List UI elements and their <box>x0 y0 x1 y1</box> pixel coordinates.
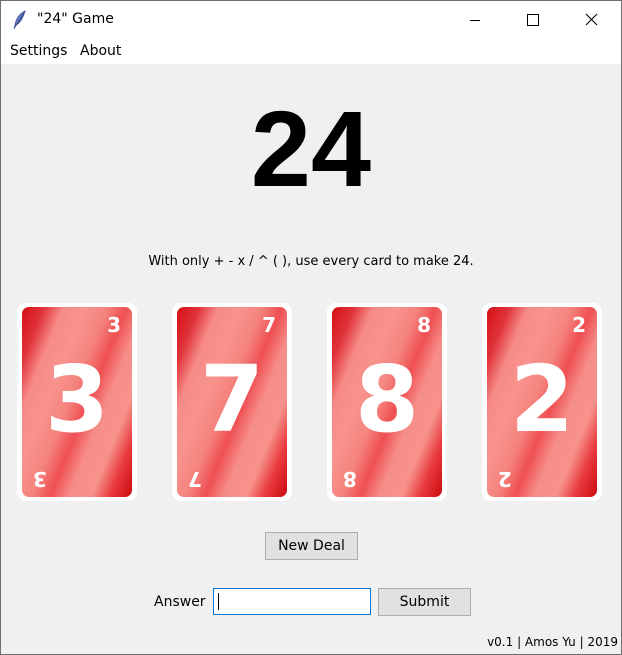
close-icon <box>585 13 598 26</box>
minimize-button[interactable] <box>446 1 504 39</box>
card-value: 8 <box>354 346 419 453</box>
new-deal-button[interactable]: New Deal <box>265 532 358 560</box>
card-corner-top: 7 <box>262 313 276 337</box>
submit-button[interactable]: Submit <box>378 588 471 616</box>
answer-input[interactable] <box>213 588 371 615</box>
minimize-icon <box>470 20 480 21</box>
card-3[interactable]: 8 8 8 <box>327 303 447 501</box>
menu-about[interactable]: About <box>80 43 121 59</box>
card-2[interactable]: 7 7 7 <box>172 303 292 501</box>
card-value: 2 <box>509 346 574 453</box>
instructions-text: With only + - x / ^ ( ), use every card … <box>148 254 474 269</box>
answer-label: Answer <box>154 594 206 610</box>
title-bar[interactable]: "24" Game <box>1 1 621 39</box>
card-face: 2 2 2 <box>487 307 597 497</box>
maximize-button[interactable] <box>504 1 562 39</box>
card-1[interactable]: 3 3 3 <box>17 303 137 501</box>
card-corner-bottom: 7 <box>188 467 202 491</box>
version-footer: v0.1 | Amos Yu | 2019 <box>487 635 618 649</box>
feather-icon <box>12 10 28 30</box>
card-face: 8 8 8 <box>332 307 442 497</box>
app-window: "24" Game Settings About 24 With only + … <box>0 0 622 655</box>
window-title: "24" Game <box>37 11 114 27</box>
menu-settings[interactable]: Settings <box>10 43 67 59</box>
card-corner-bottom: 3 <box>33 467 47 491</box>
text-caret <box>218 593 219 610</box>
card-corner-bottom: 2 <box>498 467 512 491</box>
card-face: 3 3 3 <box>22 307 132 497</box>
card-face: 7 7 7 <box>177 307 287 497</box>
card-corner-bottom: 8 <box>343 467 357 491</box>
card-corner-top: 2 <box>572 313 586 337</box>
maximize-icon <box>527 14 539 26</box>
card-4[interactable]: 2 2 2 <box>482 303 602 501</box>
close-button[interactable] <box>562 1 620 39</box>
menu-bar: Settings About <box>1 39 621 64</box>
card-corner-top: 8 <box>417 313 431 337</box>
card-value: 7 <box>199 346 264 453</box>
card-value: 3 <box>44 346 109 453</box>
target-number: 24 <box>250 88 372 209</box>
card-corner-top: 3 <box>107 313 121 337</box>
